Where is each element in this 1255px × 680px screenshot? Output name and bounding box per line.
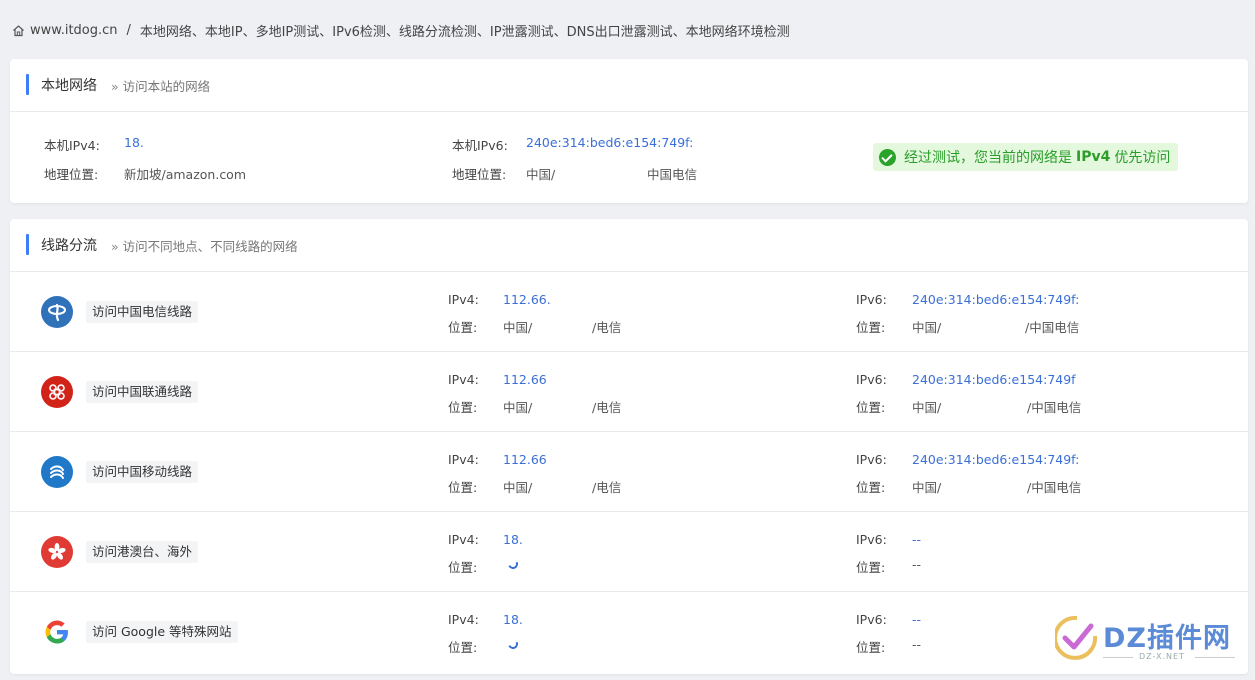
route-name-telecom: 访问中国电信线路 [86, 301, 199, 323]
ipv6-label: IPv6: [856, 372, 887, 387]
route-split-subtitle: » 访问不同地点、不同线路的网络 [111, 236, 298, 255]
watermark-check-icon [1055, 615, 1098, 660]
route-mobile-ipv6-isp: /中国电信 [1027, 480, 1082, 495]
watermark-logo: DZ插件网 DZ-X.NET [1055, 612, 1245, 672]
route-overseas-ipv4: 18. [503, 532, 523, 547]
route-split-header: 线路分流 » 访问不同地点、不同线路的网络 [10, 219, 1248, 272]
route-split-title: 线路分流 [41, 238, 97, 254]
loading-spinner-icon [506, 637, 520, 651]
ipv4-label: IPv4: [448, 532, 479, 547]
watermark-divider [1103, 657, 1133, 658]
local-network-subtitle: » 访问本站的网络 [111, 76, 210, 95]
route-unicom-ipv4: 112.66 [503, 372, 547, 387]
route-split-subtitle-text: 访问不同地点、不同线路的网络 [122, 238, 298, 254]
ipv6-label: IPv6: [856, 452, 887, 467]
route-mobile-ipv4: 112.66 [503, 452, 547, 467]
route-name-google: 访问 Google 等特殊网站 [86, 621, 238, 643]
route-overseas-ipv6: -- [912, 532, 922, 547]
route-mobile-ipv4-location: 中国/ [503, 480, 533, 495]
route-unicom-ipv4-location: 中国/ [503, 400, 533, 415]
badge-text-pre: 经过测试，您当前的网络是 [904, 150, 1072, 166]
google-icon [41, 616, 73, 648]
location-label: 位置: [856, 400, 886, 415]
route-unicom-ipv6-location: 中国/ [912, 400, 942, 415]
local-network-card: 本地网络 » 访问本站的网络 本机IPv4: 18. 地理位置: 新加坡/amaz… [10, 59, 1248, 203]
route-mobile-ipv4-isp: /电信 [592, 480, 622, 495]
badge-text-post: 优先访问 [1114, 150, 1171, 166]
local-network-title: 本地网络 [41, 78, 97, 94]
route-row-unicom: 访问中国联通线路 IPv4: 112.66 位置: 中国/ /电信 IPv6: … [10, 352, 1248, 432]
local-ipv4-location-value: 新加坡/amazon.com [124, 167, 247, 182]
watermark-text: DZ插件网 [1103, 623, 1231, 654]
local-ipv6-location-value: 中国/ [526, 167, 556, 182]
local-network-header: 本地网络 » 访问本站的网络 [10, 59, 1248, 112]
breadcrumb-site-link[interactable]: www.itdog.cn [30, 23, 118, 38]
route-google-ipv6-location: -- [912, 637, 922, 652]
route-telecom-ipv4-isp: /电信 [592, 320, 622, 335]
home-icon[interactable] [12, 24, 25, 37]
ipv6-label: IPv6: [856, 612, 887, 627]
ipv6-label: IPv6: [856, 532, 887, 547]
local-ipv4-label: 本机IPv4: [44, 138, 100, 153]
route-google-ipv4: 18. [503, 612, 523, 627]
breadcrumb-current-page: 本地网络、本地IP、多地IP测试、IPv6检测、线路分流检测、IP泄露测试、DN… [139, 24, 790, 40]
route-telecom-ipv4: 112.66. [503, 292, 551, 307]
route-row-telecom: 访问中国电信线路 IPv4: 112.66. 位置: 中国/ /电信 IPv6:… [10, 272, 1248, 352]
route-name-mobile: 访问中国移动线路 [86, 461, 199, 483]
loading-spinner-icon [506, 557, 520, 571]
location-label: 位置: [448, 320, 478, 335]
ipv4-priority-badge: 经过测试，您当前的网络是 IPv4 优先访问 [873, 143, 1179, 171]
local-network-subtitle-text: 访问本站的网络 [122, 78, 211, 94]
location-label: 位置: [856, 480, 886, 495]
route-row-mobile: 访问中国移动线路 IPv4: 112.66 位置: 中国/ /电信 IPv6: … [10, 432, 1248, 512]
route-split-card: 线路分流 » 访问不同地点、不同线路的网络 访问中国电信线路 IPv4: 112.… [10, 219, 1248, 674]
location-label: 位置: [448, 560, 478, 575]
route-google-ipv6: -- [912, 612, 922, 627]
route-telecom-ipv4-location: 中国/ [503, 320, 533, 335]
ipv4-label: IPv4: [448, 452, 479, 467]
route-telecom-ipv6-isp: /中国电信 [1025, 320, 1080, 335]
china-mobile-icon [41, 456, 73, 488]
route-unicom-ipv6-isp: /中国电信 [1027, 400, 1082, 415]
route-telecom-ipv6: 240e:314:bed6:e154:749f: [912, 292, 1080, 307]
badge-text-strong: IPv4 [1076, 149, 1111, 165]
location-label: 位置: [856, 640, 886, 655]
watermark-subtext: DZ-X.NET [1139, 652, 1185, 661]
check-circle-icon [879, 148, 896, 166]
local-ipv6-value: 240e:314:bed6:e154:749f: [526, 135, 694, 150]
location-label: 位置: [448, 400, 478, 415]
route-name-overseas: 访问港澳台、海外 [86, 541, 199, 563]
route-mobile-ipv6-location: 中国/ [912, 480, 942, 495]
route-unicom-ipv6: 240e:314:bed6:e154:749f [912, 372, 1076, 387]
breadcrumb-separator: / [126, 22, 131, 38]
hong-kong-flower-icon [41, 536, 73, 568]
section-accent-bar [26, 234, 29, 255]
route-row-overseas: 访问港澳台、海外 IPv4: 18. 位置: IPv6: -- 位置: -- [10, 512, 1248, 592]
location-label: 位置: [448, 640, 478, 655]
location-label: 位置: [448, 480, 478, 495]
location-label: 位置: [856, 320, 886, 335]
double-chevron-icon: » [111, 78, 119, 94]
route-mobile-ipv6: 240e:314:bed6:e154:749f: [912, 452, 1080, 467]
local-ipv4-location-label: 地理位置: [44, 167, 99, 182]
double-chevron-icon: » [111, 238, 119, 254]
route-telecom-ipv6-location: 中国/ [912, 320, 942, 335]
route-unicom-ipv4-isp: /电信 [592, 400, 622, 415]
route-overseas-ipv6-location: -- [912, 557, 922, 572]
ipv4-label: IPv4: [448, 612, 479, 627]
ipv4-label: IPv4: [448, 292, 479, 307]
local-ipv6-location-isp: 中国电信 [647, 167, 698, 182]
watermark-divider [1195, 657, 1235, 658]
china-unicom-icon [41, 376, 73, 408]
location-label: 位置: [856, 560, 886, 575]
ipv4-label: IPv4: [448, 372, 479, 387]
section-accent-bar [26, 74, 29, 95]
local-ipv6-location-label: 地理位置: [452, 167, 507, 182]
china-telecom-icon [41, 296, 73, 328]
local-ipv4-value: 18. [124, 135, 144, 150]
breadcrumb: www.itdog.cn / 本地网络、本地IP、多地IP测试、IPv6检测、线… [12, 20, 790, 40]
route-name-unicom: 访问中国联通线路 [86, 381, 199, 403]
local-ipv6-label: 本机IPv6: [452, 138, 508, 153]
ipv6-label: IPv6: [856, 292, 887, 307]
